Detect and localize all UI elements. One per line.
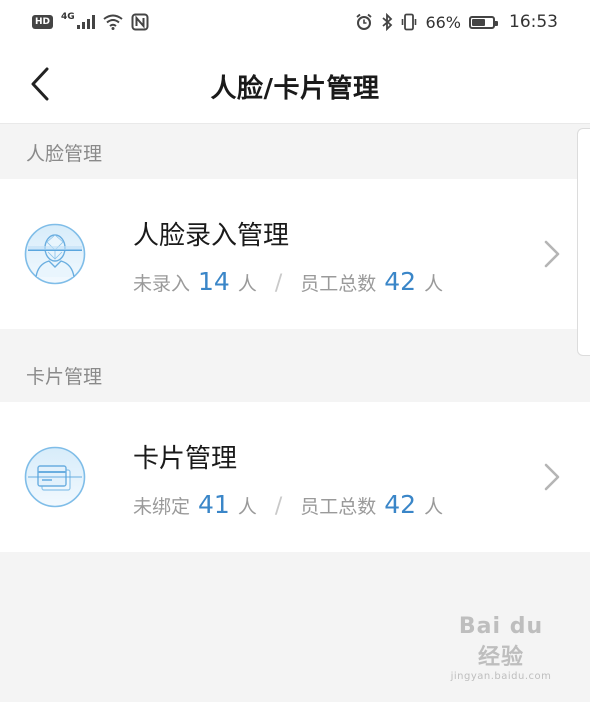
alarm-icon: [356, 13, 373, 30]
chevron-right-icon: [544, 463, 560, 491]
page-title: 人脸/卡片管理: [210, 74, 380, 104]
total-staff-label: 员工总数: [300, 273, 377, 295]
nav-bar: 人脸/卡片管理: [0, 44, 590, 124]
unrecorded-unit: 人: [237, 273, 257, 295]
watermark: Bai du 经验 jingyan.baidu.com: [446, 614, 556, 682]
hd-badge: HD: [32, 15, 54, 29]
nfc-icon: [131, 13, 149, 31]
unbound-unit: 人: [237, 496, 257, 518]
total-staff-count: 42: [384, 267, 417, 296]
face-card-title: 人脸录入管理: [133, 221, 290, 251]
stats-separator: /: [274, 494, 283, 519]
card-management-card[interactable]: 卡片管理 未绑定 41 人 / 员工总数 42 人: [0, 402, 590, 552]
watermark-url: jingyan.baidu.com: [450, 671, 552, 682]
chevron-right-icon: [544, 240, 560, 268]
status-bar: HD 4G 66% 16:53: [0, 0, 590, 44]
wifi-icon: [103, 14, 123, 30]
status-left: HD 4G: [32, 12, 149, 31]
face-scan-icon: [24, 223, 86, 285]
watermark-logo: Bai du 经验: [458, 614, 544, 670]
stats-separator: /: [274, 271, 283, 296]
battery-level: [472, 18, 486, 26]
section-header-face: 人脸管理: [0, 125, 590, 179]
card-icon: [24, 446, 86, 508]
battery-percent: 66%: [425, 12, 461, 32]
unbound-count: 41: [198, 490, 230, 519]
total-staff-count: 42: [384, 490, 417, 519]
signal-icon: [76, 15, 95, 29]
vibrate-icon: [402, 13, 417, 31]
app-screen: HD 4G 66% 16:53 人脸/卡片管理 人脸管理 人脸录入管理 未录入 …: [0, 0, 590, 702]
side-drawer-handle[interactable]: [577, 128, 590, 356]
battery-icon: [469, 15, 498, 29]
unrecorded-label: 未录入: [133, 273, 191, 295]
network-type: 4G: [61, 12, 75, 22]
card-card-stats: 未绑定 41 人 / 员工总数 42 人: [133, 490, 443, 519]
unbound-label: 未绑定: [133, 496, 191, 518]
card-card-title: 卡片管理: [133, 444, 238, 474]
total-staff-label: 员工总数: [300, 496, 377, 518]
face-card-stats: 未录入 14 人 / 员工总数 42 人: [133, 267, 443, 296]
total-staff-unit: 人: [424, 496, 444, 518]
bluetooth-icon: [382, 13, 393, 31]
section-header-card: 卡片管理: [0, 348, 590, 402]
face-management-card[interactable]: 人脸录入管理 未录入 14 人 / 员工总数 42 人: [0, 179, 590, 329]
status-right: 66% 16:53: [355, 12, 558, 32]
status-time: 16:53: [509, 12, 558, 32]
total-staff-unit: 人: [424, 273, 444, 295]
unrecorded-count: 14: [198, 267, 230, 296]
